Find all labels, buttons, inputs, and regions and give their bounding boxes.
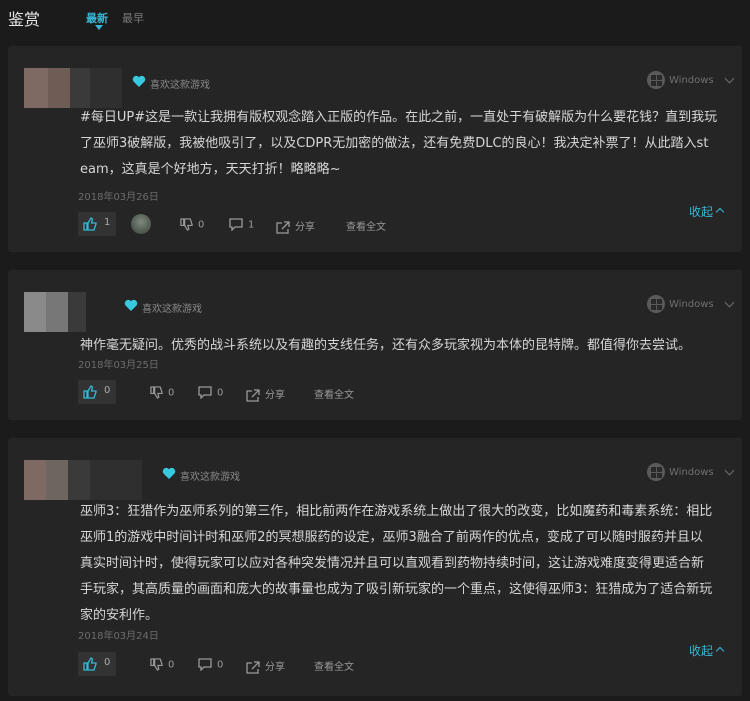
like-count: 0 bbox=[104, 657, 111, 668]
view-full-link[interactable]: 查看全文 bbox=[314, 386, 354, 401]
review-text: 神作毫无疑问。优秀的战斗系统以及有趣的支线任务，还有众多玩家视为本体的昆特牌。都… bbox=[80, 338, 692, 353]
review-date: 2018年03月26日 bbox=[78, 192, 159, 203]
collapse-button[interactable]: 收起 bbox=[689, 203, 723, 220]
dislike-count: 0 bbox=[198, 219, 205, 231]
comment-icon bbox=[229, 218, 243, 232]
thumbs-up-icon bbox=[83, 657, 97, 671]
like-count: 0 bbox=[104, 385, 111, 396]
comment-button[interactable]: 0 bbox=[198, 658, 224, 672]
like-count: 1 bbox=[104, 217, 111, 228]
tab-earliest[interactable]: 最早 bbox=[122, 10, 144, 26]
share-icon bbox=[246, 660, 260, 674]
dislike-count: 0 bbox=[168, 659, 175, 671]
review-date: 2018年03月25日 bbox=[78, 360, 159, 371]
platform-label: Windows bbox=[669, 299, 714, 310]
collapse-button[interactable]: 收起 bbox=[689, 642, 723, 659]
heart-icon bbox=[132, 75, 146, 87]
liker-avatar[interactable] bbox=[131, 214, 151, 234]
dislike-button[interactable]: 0 bbox=[150, 658, 174, 671]
platform-label: Windows bbox=[669, 467, 714, 478]
heart-icon bbox=[124, 299, 138, 311]
chevron-down-icon[interactable] bbox=[724, 73, 735, 84]
comment-icon bbox=[198, 658, 212, 672]
view-full-link[interactable]: 查看全文 bbox=[314, 658, 354, 673]
recommend-label: 喜欢这款游戏 bbox=[142, 304, 202, 315]
share-button[interactable]: 分享 bbox=[246, 658, 285, 674]
avatar bbox=[24, 292, 86, 332]
share-button[interactable]: 分享 bbox=[246, 386, 285, 402]
like-button[interactable]: 0 bbox=[78, 380, 116, 404]
review-card: 喜欢这款游戏 Windows 巫师3：狂猎作为巫师系列的第三作，相比前两作在游戏… bbox=[8, 438, 742, 696]
thumbs-down-icon bbox=[150, 386, 163, 399]
windows-icon bbox=[647, 71, 665, 89]
share-button[interactable]: 分享 bbox=[276, 218, 315, 234]
page-title: 鉴赏 bbox=[8, 10, 41, 29]
dislike-button[interactable]: 0 bbox=[180, 218, 204, 231]
chevron-down-icon[interactable] bbox=[724, 465, 735, 476]
review-text: 巫师3：狂猎作为巫师系列的第三作，相比前两作在游戏系统上做出了很大的改变，比如魔… bbox=[80, 504, 713, 623]
like-button[interactable]: 0 bbox=[78, 652, 116, 676]
thumbs-up-icon bbox=[83, 217, 97, 231]
share-icon bbox=[276, 220, 290, 234]
tab-latest[interactable]: 最新 bbox=[86, 10, 108, 26]
view-full-link[interactable]: 查看全文 bbox=[346, 218, 386, 233]
thumbs-down-icon bbox=[150, 658, 163, 671]
active-tab-indicator bbox=[95, 25, 103, 30]
review-date: 2018年03月24日 bbox=[78, 631, 159, 642]
avatar bbox=[24, 68, 122, 108]
comment-icon bbox=[198, 386, 212, 400]
thumbs-up-icon bbox=[83, 385, 97, 399]
avatar bbox=[24, 460, 142, 500]
chevron-down-icon[interactable] bbox=[724, 297, 735, 308]
comment-count: 1 bbox=[248, 219, 255, 231]
dislike-button[interactable]: 0 bbox=[150, 386, 174, 399]
top-bar: 鉴赏 最新 最早 bbox=[0, 0, 750, 38]
comment-count: 0 bbox=[217, 659, 224, 671]
comment-button[interactable]: 1 bbox=[229, 218, 255, 232]
review-card: 喜欢这款游戏 Windows #每日UP#这是一款让我拥有版权观念踏入正版的作品… bbox=[8, 46, 742, 252]
recommend-label: 喜欢这款游戏 bbox=[180, 472, 240, 483]
review-text: #每日UP#这是一款让我拥有版权观念踏入正版的作品。在此之前，一直处于有破解版为… bbox=[80, 110, 718, 177]
comment-count: 0 bbox=[217, 387, 224, 399]
like-button[interactable]: 1 bbox=[78, 212, 116, 236]
review-card: 喜欢这款游戏 Windows 神作毫无疑问。优秀的战斗系统以及有趣的支线任务，还… bbox=[8, 270, 742, 420]
heart-icon bbox=[162, 467, 176, 479]
thumbs-down-icon bbox=[180, 218, 193, 231]
windows-icon bbox=[647, 295, 665, 313]
recommend-label: 喜欢这款游戏 bbox=[150, 80, 210, 91]
windows-icon bbox=[647, 463, 665, 481]
share-icon bbox=[246, 388, 260, 402]
platform-label: Windows bbox=[669, 75, 714, 86]
comment-button[interactable]: 0 bbox=[198, 386, 224, 400]
dislike-count: 0 bbox=[168, 387, 175, 399]
